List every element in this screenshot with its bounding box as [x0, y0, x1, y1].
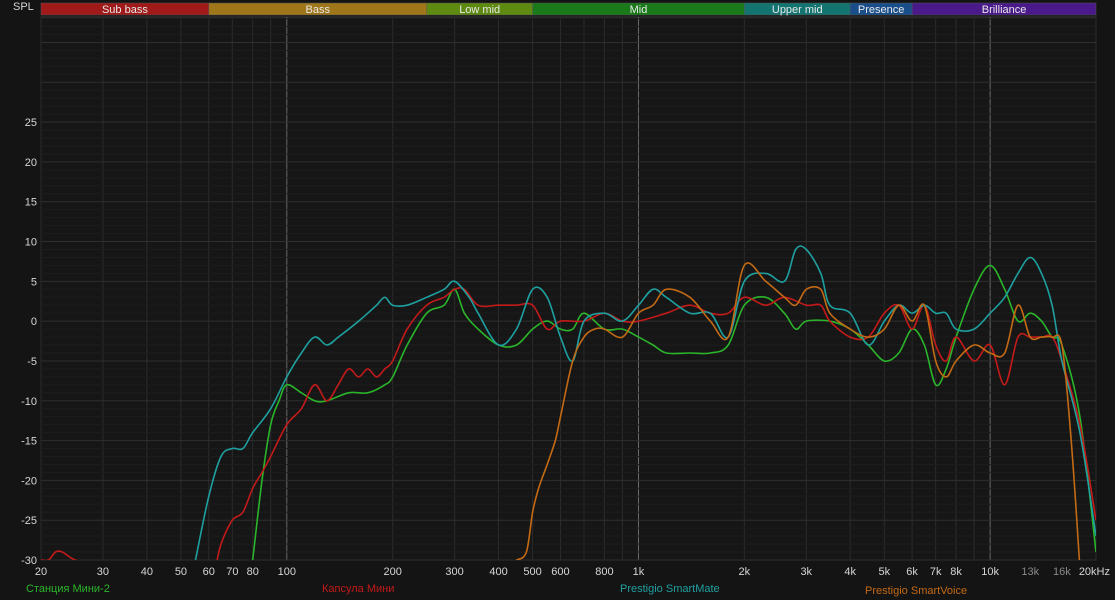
x-tick-label: 6k	[906, 566, 918, 578]
band-label: Brilliance	[982, 4, 1027, 16]
x-tick-label: 30	[97, 566, 109, 578]
y-tick-label: 15	[25, 197, 37, 209]
x-tick-label: 100	[278, 566, 296, 578]
x-tick-label: 600	[551, 566, 569, 578]
band-label: Mid	[630, 4, 648, 16]
x-tick-label: 1k	[633, 566, 645, 578]
x-tick-label: 20	[35, 566, 47, 578]
legend-entry: Станция Мини-2	[26, 583, 110, 595]
band-label: Presence	[858, 4, 904, 16]
band-label: Upper mid	[772, 4, 823, 16]
x-tick-label: 7k	[930, 566, 942, 578]
y-tick-label: -10	[21, 396, 37, 408]
legend-entry: Prestigio SmartVoice	[865, 585, 967, 597]
y-tick-label: 20	[25, 157, 37, 169]
x-tick-label: 20kHz	[1079, 566, 1110, 578]
frequency-response-chart: Sub bass Bass Low mid Mid Upper mid Presence B…	[0, 0, 1115, 600]
y-tick-label: 0	[31, 316, 37, 328]
x-tick-label: 8k	[950, 566, 962, 578]
band-label: Bass	[306, 4, 331, 16]
grid	[40, 16, 1097, 561]
x-tick-label: 400	[489, 566, 507, 578]
legend-entry: Prestigio SmartMate	[620, 583, 720, 595]
frequency-bands: Sub bass Bass Low mid Mid Upper mid Presence B…	[40, 2, 1097, 16]
x-tick-label: 50	[175, 566, 187, 578]
x-tick-label: 70	[226, 566, 238, 578]
x-tick-label: 4k	[844, 566, 856, 578]
band-label: Low mid	[459, 4, 500, 16]
x-tick-label: 40	[141, 566, 153, 578]
y-tick-label: 25	[25, 117, 37, 129]
x-tick-label: 5k	[878, 566, 890, 578]
x-tick-label: 200	[383, 566, 401, 578]
y-tick-label: 5	[31, 276, 37, 288]
y-tick-label: -5	[27, 356, 37, 368]
x-tick-label: 300	[445, 566, 463, 578]
band-label: Sub bass	[102, 4, 148, 16]
y-tick-label: -25	[21, 515, 37, 527]
y-tick-label: -20	[21, 475, 37, 487]
x-tick-label: 500	[523, 566, 541, 578]
x-tick-label: 80	[247, 566, 259, 578]
x-tick-label: 13k	[1021, 566, 1039, 578]
x-tick-label: 10k	[981, 566, 999, 578]
x-tick-label: 60	[203, 566, 215, 578]
y-tick-label: 10	[25, 237, 37, 249]
x-tick-label: 16k	[1053, 566, 1071, 578]
x-tick-label: 800	[595, 566, 613, 578]
x-tick-label: 3k	[800, 566, 812, 578]
legend-entry: Капсула Мини	[322, 583, 394, 595]
y-axis-label: SPL	[13, 1, 34, 13]
y-tick-label: -15	[21, 436, 37, 448]
x-tick-label: 2k	[739, 566, 751, 578]
